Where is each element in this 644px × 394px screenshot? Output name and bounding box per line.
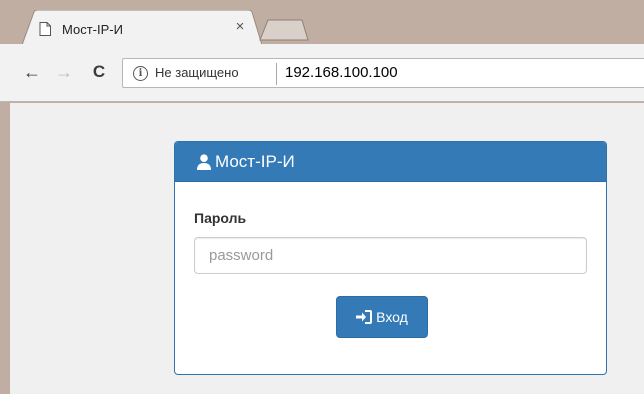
url-text[interactable]: 192.168.100.100 — [285, 64, 398, 81]
back-arrow-icon[interactable]: ← — [20, 60, 44, 84]
password-input[interactable] — [194, 237, 587, 274]
login-panel-title: Мост-IP-И — [215, 152, 295, 171]
login-panel-heading: Мост-IP-И — [175, 142, 606, 182]
close-tab-icon[interactable]: × — [232, 19, 248, 35]
login-button-label: Вход — [376, 309, 408, 325]
password-label: Пароль — [194, 210, 247, 226]
tab-shape — [22, 10, 262, 46]
browser-tab[interactable]: Мост-IP-И × — [22, 10, 262, 46]
login-panel: Мост-IP-И Пароль Вход — [174, 141, 607, 375]
page-icon — [39, 22, 51, 36]
page-content: Мост-IP-И Пароль Вход — [0, 103, 644, 394]
browser-toolbar: ← → C i Не защищено 192.168.100.100 — [0, 44, 644, 102]
tab-title: Мост-IP-И — [62, 22, 123, 37]
new-tab-icon[interactable] — [258, 18, 310, 42]
forward-arrow-icon[interactable]: → — [52, 60, 76, 84]
browser-tab-strip: Мост-IP-И × — [0, 0, 644, 46]
user-icon — [197, 154, 211, 170]
address-bar-divider — [276, 63, 277, 85]
sign-in-icon — [356, 310, 373, 324]
login-button[interactable]: Вход — [336, 296, 428, 338]
info-icon[interactable]: i — [133, 66, 148, 81]
security-status-label[interactable]: Не защищено — [155, 65, 239, 80]
address-bar[interactable]: i Не защищено 192.168.100.100 — [122, 58, 644, 88]
window-frame-edge — [0, 103, 10, 394]
reload-icon[interactable]: C — [87, 60, 111, 84]
